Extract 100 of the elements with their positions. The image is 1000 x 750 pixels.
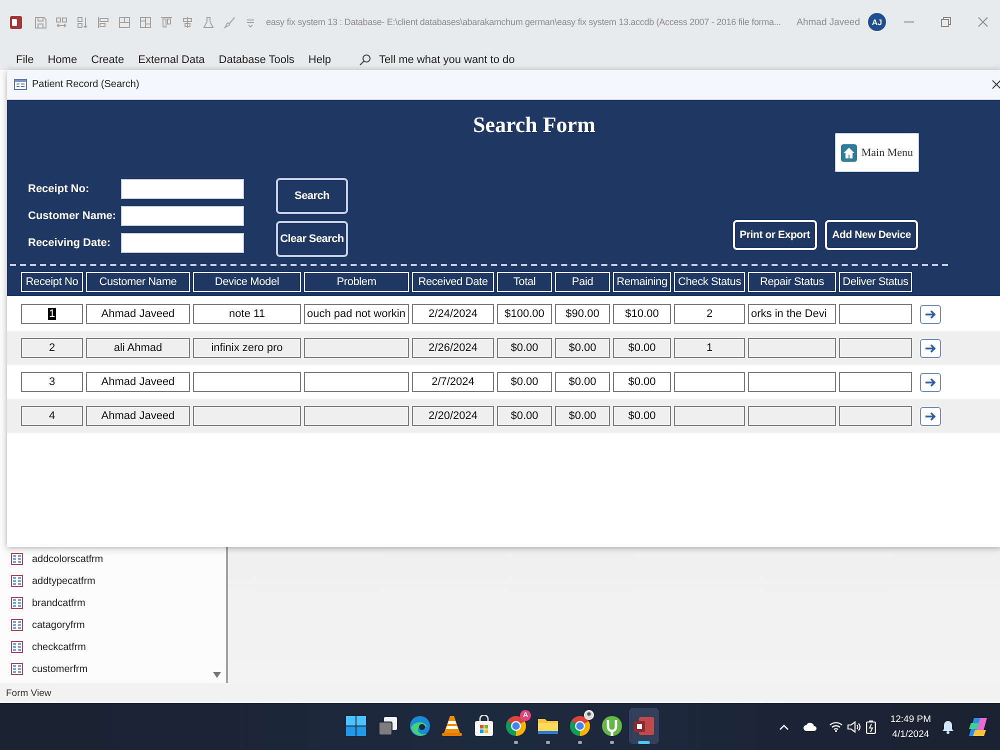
cloud-icon[interactable] bbox=[803, 722, 818, 731]
table-cell[interactable]: note 11 bbox=[193, 304, 301, 324]
table-cell[interactable]: 2 bbox=[21, 338, 83, 358]
ribbon-tab[interactable]: File bbox=[16, 53, 34, 67]
battery-icon[interactable] bbox=[866, 720, 876, 734]
save-icon[interactable] bbox=[34, 16, 47, 28]
table-cell[interactable]: $0.00 bbox=[555, 372, 610, 392]
table-cell[interactable] bbox=[304, 406, 409, 426]
grid-icon[interactable] bbox=[118, 16, 131, 28]
table-cell[interactable]: 2/24/2024 bbox=[412, 304, 494, 324]
action-button[interactable]: Print or Export bbox=[732, 220, 818, 250]
ribbon-tab[interactable]: Database Tools bbox=[218, 53, 294, 67]
column-header[interactable]: Repair Status bbox=[748, 272, 836, 292]
ribbon-tab[interactable]: External Data bbox=[138, 53, 205, 67]
table-cell[interactable]: Ahmad Javeed bbox=[86, 372, 190, 392]
table-cell[interactable]: $0.00 bbox=[497, 338, 552, 358]
caret-up-icon[interactable] bbox=[779, 724, 790, 730]
table-cell[interactable]: $0.00 bbox=[555, 338, 610, 358]
sort-icon[interactable] bbox=[76, 16, 89, 28]
taskbar-button[interactable] bbox=[629, 708, 659, 744]
user-avatar[interactable]: AJ bbox=[868, 13, 886, 31]
table-cell[interactable] bbox=[674, 406, 745, 426]
flask-icon[interactable] bbox=[202, 16, 215, 28]
spacing-icon[interactable] bbox=[55, 16, 68, 28]
table-cell[interactable] bbox=[193, 406, 301, 426]
table-cell[interactable]: $0.00 bbox=[555, 406, 610, 426]
table-cell[interactable]: 2/7/2024 bbox=[412, 372, 494, 392]
assistant-icon[interactable] bbox=[968, 716, 988, 736]
table-cell[interactable]: 2 bbox=[674, 304, 745, 324]
nav-item[interactable]: checkcatfrm bbox=[0, 637, 208, 657]
table-cell[interactable] bbox=[839, 406, 912, 426]
table-cell[interactable]: infinix zero pro bbox=[193, 338, 301, 358]
table-cell[interactable]: $0.00 bbox=[613, 338, 671, 358]
nav-item[interactable]: catagoryfrm bbox=[0, 615, 208, 635]
wifi-icon[interactable] bbox=[829, 721, 844, 732]
column-header[interactable]: Received Date bbox=[412, 272, 494, 292]
table-cell[interactable]: 2/26/2024 bbox=[412, 338, 494, 358]
table-cell[interactable] bbox=[304, 338, 409, 358]
column-header[interactable]: Remaining bbox=[613, 272, 671, 292]
table-cell[interactable]: $0.00 bbox=[613, 372, 671, 392]
align-left-icon[interactable] bbox=[97, 16, 110, 28]
nav-item[interactable]: customerfrm bbox=[0, 659, 208, 679]
table-cell[interactable]: ali Ahmad bbox=[86, 338, 190, 358]
column-header[interactable]: Deliver Status bbox=[839, 272, 912, 292]
search-button[interactable]: Clear Search bbox=[276, 221, 348, 257]
restore-icon[interactable] bbox=[941, 17, 951, 27]
column-header[interactable]: Check Status bbox=[674, 272, 745, 292]
main-menu-button[interactable]: Main Menu bbox=[835, 133, 919, 172]
search-button[interactable]: Search bbox=[276, 178, 348, 214]
columns-icon[interactable] bbox=[139, 16, 152, 28]
column-header[interactable]: Paid bbox=[555, 272, 610, 292]
column-header[interactable]: Problem bbox=[304, 272, 409, 292]
arrow-button[interactable] bbox=[920, 372, 941, 392]
clock-date[interactable]: 4/1/2024 bbox=[892, 726, 930, 742]
scroll-down-icon[interactable] bbox=[213, 672, 221, 678]
ribbon-tab[interactable]: Create bbox=[91, 53, 124, 67]
minimize-icon[interactable] bbox=[904, 21, 914, 23]
notification-bell-icon[interactable] bbox=[942, 720, 954, 734]
table-cell[interactable]: ouch pad not workin bbox=[304, 304, 409, 324]
table-cell[interactable]: 1 bbox=[21, 304, 83, 324]
column-header[interactable]: Customer Name bbox=[86, 272, 190, 292]
input-field[interactable] bbox=[121, 233, 244, 253]
table-cell[interactable]: 3 bbox=[21, 372, 83, 392]
align-top-icon[interactable] bbox=[160, 16, 173, 28]
table-cell[interactable]: $0.00 bbox=[613, 406, 671, 426]
arrow-button[interactable] bbox=[920, 304, 941, 324]
table-cell[interactable] bbox=[839, 304, 912, 324]
ribbon-tab[interactable]: Help bbox=[308, 53, 332, 67]
align-center-icon[interactable] bbox=[181, 16, 194, 28]
table-cell[interactable]: $10.00 bbox=[613, 304, 671, 324]
input-field[interactable] bbox=[121, 179, 244, 199]
table-cell[interactable]: orks in the Devi bbox=[748, 304, 836, 324]
table-cell[interactable]: 1 bbox=[674, 338, 745, 358]
table-cell[interactable] bbox=[839, 338, 912, 358]
input-field[interactable] bbox=[121, 206, 244, 226]
brush-icon[interactable] bbox=[223, 16, 236, 28]
close-icon[interactable] bbox=[992, 80, 1000, 89]
table-cell[interactable]: 2/20/2024 bbox=[412, 406, 494, 426]
nav-item[interactable]: brandcatfrm bbox=[0, 593, 208, 613]
table-cell[interactable]: $0.00 bbox=[497, 406, 552, 426]
arrow-button[interactable] bbox=[920, 338, 941, 358]
table-cell[interactable]: 4 bbox=[21, 406, 83, 426]
table-cell[interactable] bbox=[748, 406, 836, 426]
nav-item[interactable]: addtypecatfrm bbox=[0, 571, 208, 591]
table-cell[interactable] bbox=[304, 372, 409, 392]
table-cell[interactable]: Ahmad Javeed bbox=[86, 304, 190, 324]
column-header[interactable]: Receipt No bbox=[21, 272, 83, 292]
tell-me-field[interactable]: Tell me what you want to do bbox=[379, 53, 544, 67]
table-cell[interactable] bbox=[748, 338, 836, 358]
ribbon-tab[interactable]: Home bbox=[48, 53, 78, 67]
table-cell[interactable] bbox=[748, 372, 836, 392]
table-cell[interactable] bbox=[674, 372, 745, 392]
clock-time[interactable]: 12:49 PM bbox=[890, 712, 931, 726]
action-button[interactable]: Add New Device bbox=[825, 220, 918, 250]
table-cell[interactable]: $90.00 bbox=[555, 304, 610, 324]
column-header[interactable]: Total bbox=[497, 272, 552, 292]
table-cell[interactable]: $0.00 bbox=[497, 372, 552, 392]
table-cell[interactable] bbox=[839, 372, 912, 392]
volume-icon[interactable] bbox=[847, 720, 862, 732]
table-cell[interactable] bbox=[193, 372, 301, 392]
